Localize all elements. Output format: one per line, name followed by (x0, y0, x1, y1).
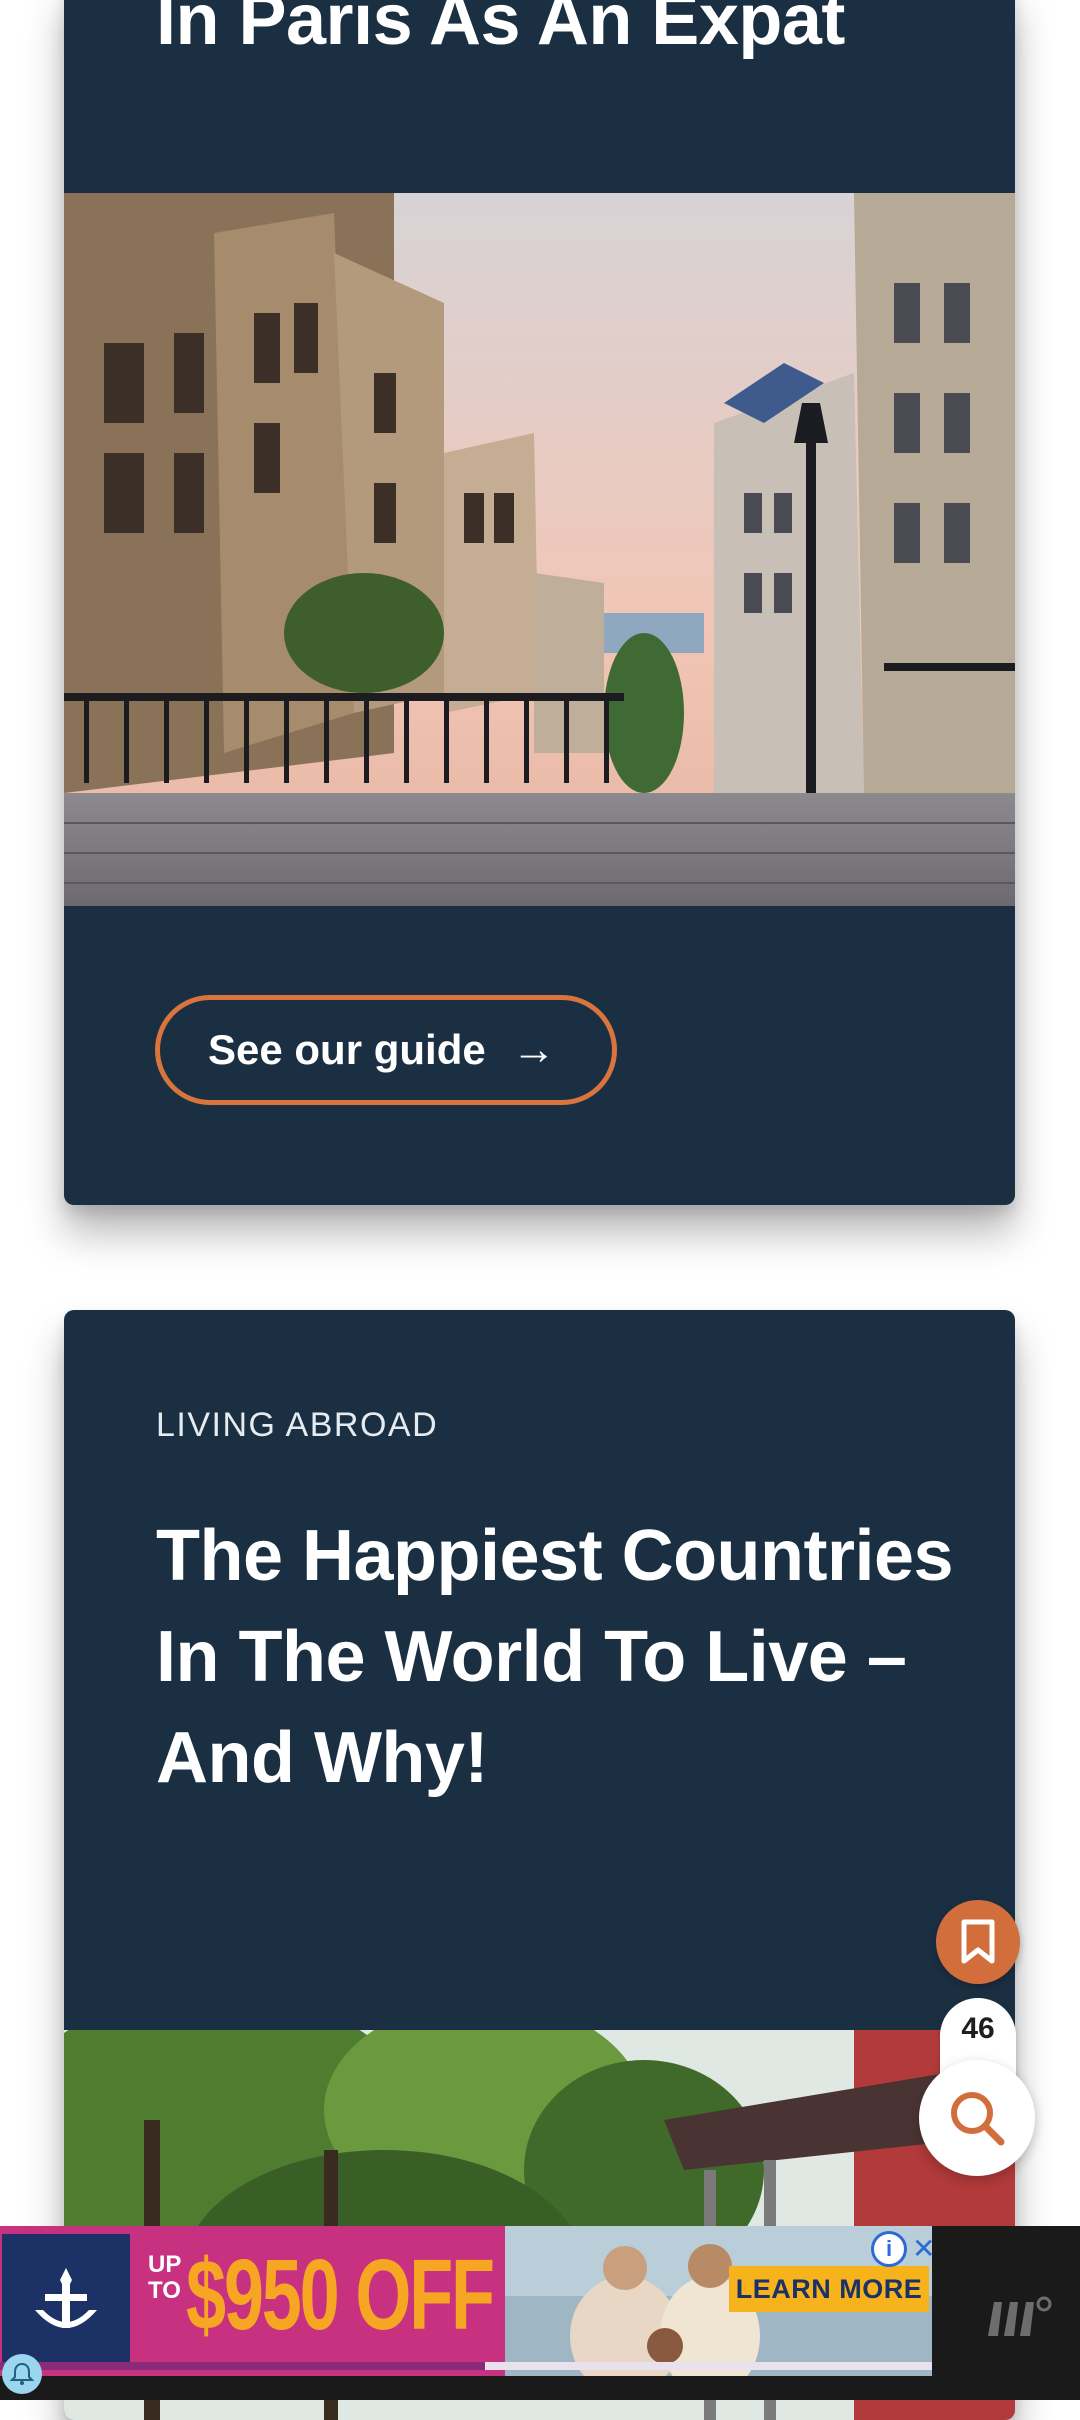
bookmark-button[interactable] (936, 1900, 1020, 1984)
ad-close-icon[interactable]: ✕ (912, 2232, 932, 2265)
article-card-paris[interactable]: In Paris As An Expat See our guide → (64, 0, 1015, 1205)
ad-progress-track (0, 2362, 932, 2370)
article-title[interactable]: The Happiest Countries In The World To L… (156, 1506, 955, 1809)
notification-bell-icon[interactable] (2, 2354, 42, 2394)
ad-info-icon[interactable]: i (871, 2231, 907, 2267)
ad-banner[interactable]: UP TO $950 OFF LEARN MORE i ✕ (0, 2226, 932, 2376)
cruise-anchor-logo-icon (2, 2234, 130, 2366)
search-icon (951, 2092, 1005, 2146)
bookmark-icon (961, 1919, 995, 1964)
ad-price-text: $950 OFF (186, 2239, 495, 2351)
see-guide-button[interactable]: See our guide → (155, 995, 617, 1105)
see-guide-label: See our guide (208, 1026, 486, 1073)
arrow-right-icon: → (511, 1025, 556, 1074)
ad-up-to-text: UP TO (148, 2251, 181, 2304)
ad-network-logo-icon (984, 2292, 1054, 2347)
ad-learn-more-button[interactable]: LEARN MORE (729, 2266, 929, 2312)
ad-bar: UP TO $950 OFF LEARN MORE i ✕ (0, 2226, 1080, 2400)
article-category[interactable]: LIVING ABROAD (156, 1406, 438, 1445)
search-button[interactable] (919, 2060, 1035, 2176)
article-title[interactable]: In Paris As An Expat (156, 0, 955, 71)
article-photo-paris (64, 193, 1015, 906)
ad-progress-fill (0, 2362, 485, 2370)
